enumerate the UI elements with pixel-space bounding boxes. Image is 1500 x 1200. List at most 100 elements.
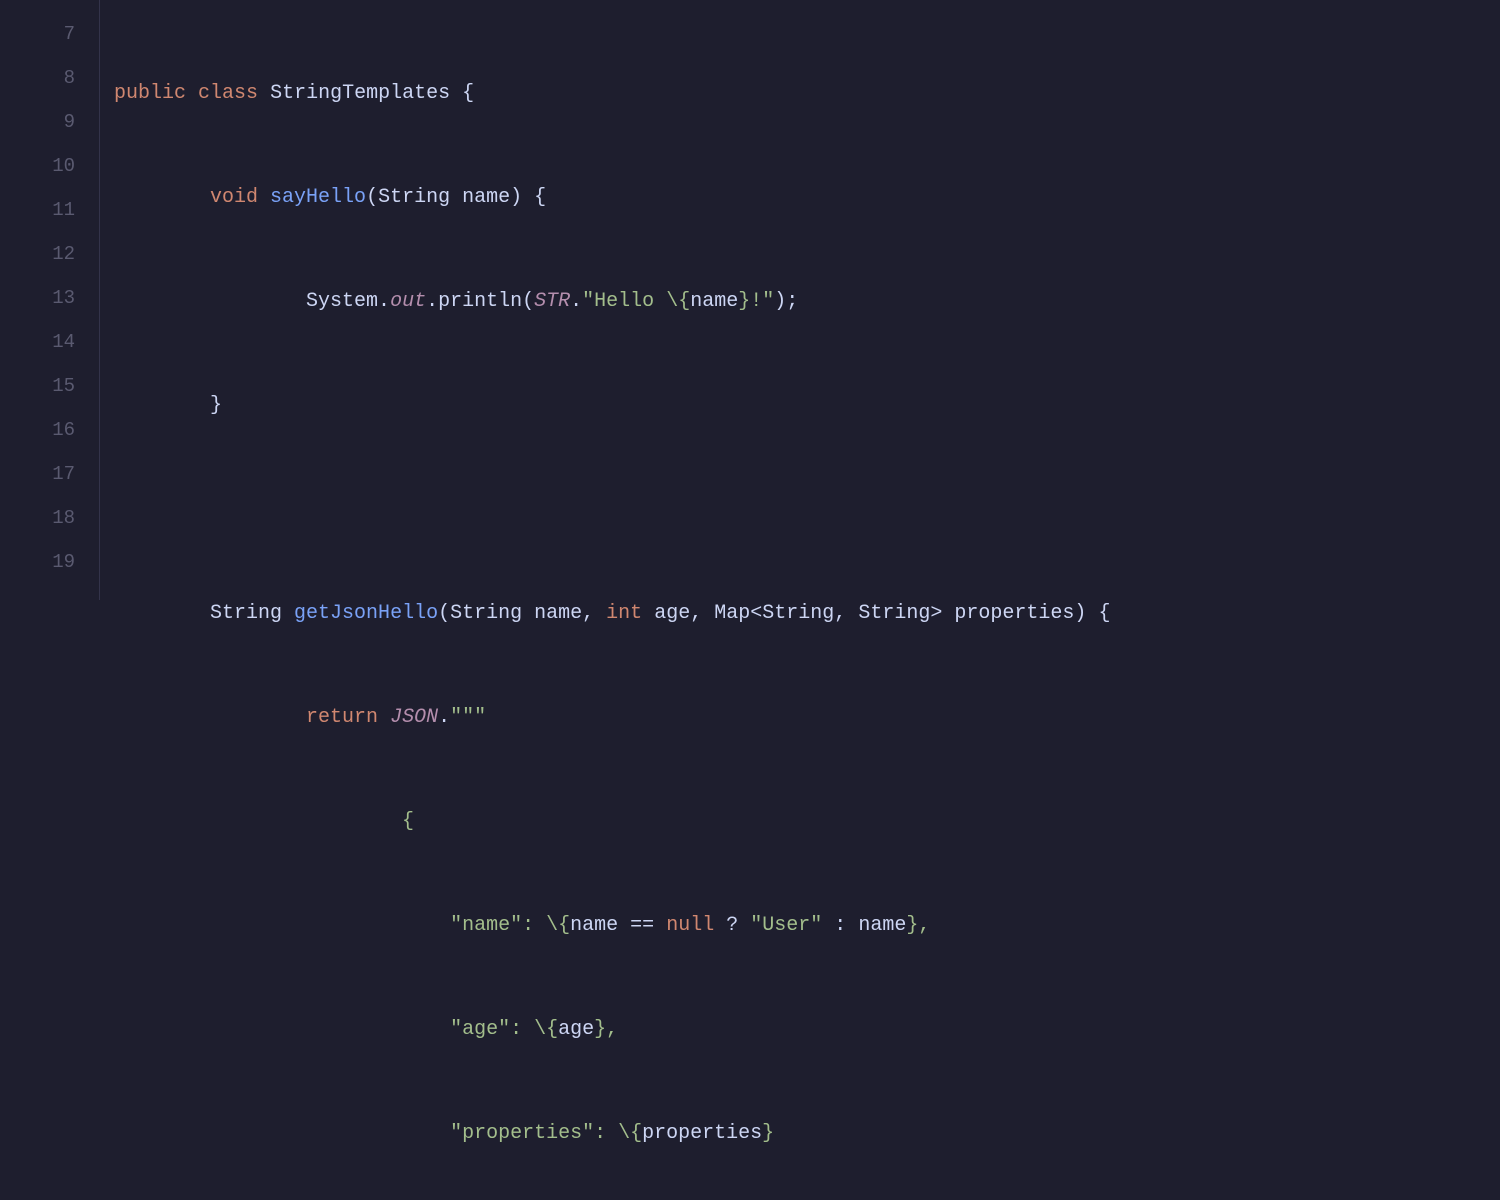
comma: ,	[918, 914, 930, 937]
string-literal: !	[750, 290, 762, 313]
indent	[114, 1122, 450, 1145]
code-line: "age": \{age},	[114, 1008, 1500, 1052]
line-number: 14	[0, 320, 75, 364]
keyword: public	[114, 82, 186, 105]
code-content[interactable]: public class StringTemplates { void sayH…	[100, 0, 1500, 600]
quote: "	[582, 290, 594, 313]
escape-close: }	[762, 1122, 774, 1145]
type: String	[450, 602, 522, 625]
colon: :	[594, 1122, 606, 1145]
type: String	[378, 186, 450, 209]
keyword: void	[210, 186, 258, 209]
indent	[114, 394, 210, 417]
code-editor[interactable]: 7 8 9 10 11 12 13 14 15 16 17 18 19 publ…	[0, 0, 1500, 600]
type: String	[858, 602, 930, 625]
code-line: String getJsonHello(String name, int age…	[114, 592, 1500, 636]
template-processor: STR	[534, 290, 570, 313]
expr: age	[558, 1018, 594, 1041]
operator: ==	[630, 914, 654, 937]
expr: name	[690, 290, 738, 313]
dot: .	[426, 290, 438, 313]
line-number: 15	[0, 364, 75, 408]
comma: ,	[834, 602, 846, 625]
method-name: sayHello	[270, 186, 366, 209]
paren: )	[510, 186, 522, 209]
line-number: 19	[0, 540, 75, 584]
json-key: "age"	[450, 1018, 510, 1041]
string-literal: "User"	[750, 914, 822, 937]
line-number: 10	[0, 144, 75, 188]
escape-close: }	[738, 290, 750, 313]
expr: name	[570, 914, 618, 937]
param: age	[654, 602, 690, 625]
quote: "	[762, 290, 774, 313]
template-processor: JSON	[390, 706, 438, 729]
escape-close: }	[594, 1018, 606, 1041]
field: out	[390, 290, 426, 313]
class-name: StringTemplates	[270, 82, 450, 105]
line-number: 18	[0, 496, 75, 540]
code-line	[114, 488, 1500, 532]
escape-open: \{	[546, 914, 570, 937]
operator: ?	[726, 914, 738, 937]
colon: :	[522, 914, 534, 937]
keyword: return	[306, 706, 378, 729]
code-line: }	[114, 384, 1500, 428]
operator: :	[834, 914, 846, 937]
indent	[114, 602, 210, 625]
code-line: System.out.println(STR."Hello \{name}!")…	[114, 280, 1500, 324]
dot: .	[570, 290, 582, 313]
indent	[114, 290, 306, 313]
comma: ,	[690, 602, 702, 625]
brace: {	[534, 186, 546, 209]
comma: ,	[582, 602, 594, 625]
escape-close: }	[906, 914, 918, 937]
method-name: getJsonHello	[294, 602, 438, 625]
code-line: "name": \{name == null ? "User" : name},	[114, 904, 1500, 948]
param: properties	[954, 602, 1074, 625]
code-line: {	[114, 800, 1500, 844]
dot: .	[438, 706, 450, 729]
comma: ,	[606, 1018, 618, 1041]
indent	[114, 1018, 450, 1041]
code-line: "properties": \{properties}	[114, 1112, 1500, 1156]
line-number: 7	[0, 12, 75, 56]
code-line: return JSON."""	[114, 696, 1500, 740]
param: name	[534, 602, 582, 625]
line-number: 9	[0, 100, 75, 144]
expr: name	[858, 914, 906, 937]
indent	[114, 914, 450, 937]
dot: .	[378, 290, 390, 313]
method-call: println	[438, 290, 522, 313]
keyword: class	[198, 82, 258, 105]
line-gutter: 7 8 9 10 11 12 13 14 15 16 17 18 19	[0, 0, 100, 600]
triple-quote: """	[450, 706, 486, 729]
indent	[114, 706, 306, 729]
line-number: 8	[0, 56, 75, 100]
type: Map	[714, 602, 750, 625]
paren: )	[774, 290, 786, 313]
escape-open: \{	[534, 1018, 558, 1041]
string-brace: {	[402, 810, 414, 833]
escape-open: \{	[666, 290, 690, 313]
paren: (	[366, 186, 378, 209]
brace: {	[1098, 602, 1110, 625]
line-number: 16	[0, 408, 75, 452]
line-number: 12	[0, 232, 75, 276]
keyword: int	[606, 602, 642, 625]
line-number: 13	[0, 276, 75, 320]
indent	[114, 186, 210, 209]
brace: {	[462, 82, 474, 105]
type: String	[762, 602, 834, 625]
string-literal: Hello	[594, 290, 666, 313]
expr: properties	[642, 1122, 762, 1145]
angle: >	[930, 602, 942, 625]
paren: (	[522, 290, 534, 313]
colon: :	[510, 1018, 522, 1041]
json-key: "name"	[450, 914, 522, 937]
semicolon: ;	[786, 290, 798, 313]
escape-open: \{	[618, 1122, 642, 1145]
line-number: 17	[0, 452, 75, 496]
null-literal: null	[666, 914, 714, 937]
class-ref: System	[306, 290, 378, 313]
